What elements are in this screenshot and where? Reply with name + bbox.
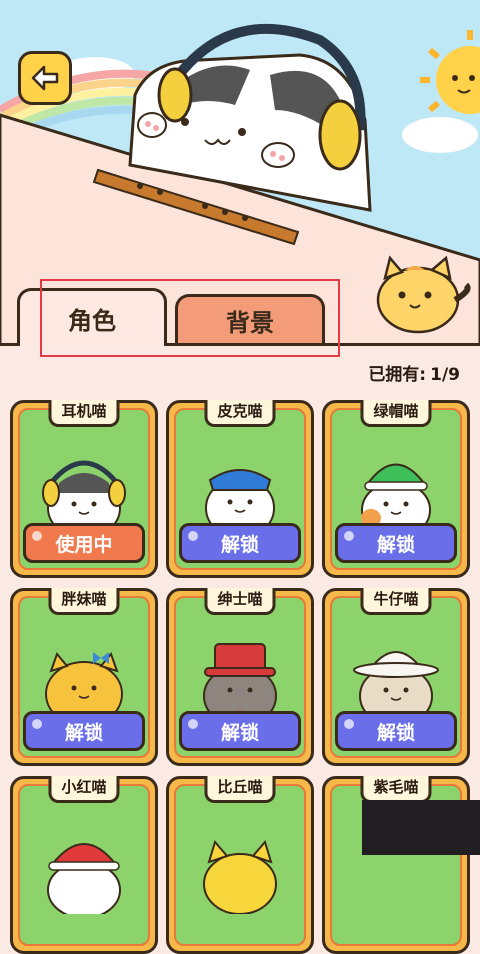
tab-role-label: 角色 <box>68 307 116 335</box>
owned-count: 已拥有: 1/9 <box>364 360 460 385</box>
unlock-button[interactable]: 解锁 <box>179 523 301 563</box>
button-label: 解锁 <box>376 721 415 744</box>
unlock-button[interactable]: 解锁 <box>335 523 457 563</box>
button-shine <box>188 531 198 541</box>
unlock-button[interactable]: 解锁 <box>179 711 301 751</box>
tab-role[interactable]: 角色 <box>17 288 167 346</box>
button-shine <box>32 531 42 541</box>
button-label: 解锁 <box>64 721 103 744</box>
button-label: 使用中 <box>55 533 113 556</box>
owned-label: 已拥有: <box>368 365 427 385</box>
character-card[interactable]: 绅士喵 解锁 <box>166 588 314 766</box>
back-arrow-icon <box>31 65 59 91</box>
card-background <box>174 784 306 946</box>
santa-hat-cat-icon <box>47 843 121 914</box>
card-title: 紫毛喵 <box>360 776 432 803</box>
character-card[interactable]: 绿帽喵 解锁 <box>322 400 470 578</box>
card-title: 比丘喵 <box>204 776 276 803</box>
button-shine <box>188 719 198 729</box>
tab-bar: 角色 背景 <box>0 288 480 348</box>
character-card[interactable]: 比丘喵 <box>166 776 314 954</box>
unlock-button[interactable]: 解锁 <box>335 711 457 751</box>
card-title: 绅士喵 <box>204 588 276 615</box>
character-card[interactable]: 皮克喵 解锁 <box>166 400 314 578</box>
unlock-button[interactable]: 解锁 <box>23 711 145 751</box>
sun-icon <box>420 30 480 114</box>
back-button[interactable] <box>18 51 72 105</box>
card-background <box>18 784 150 946</box>
tab-background[interactable]: 背景 <box>175 294 325 344</box>
button-label: 解锁 <box>220 533 259 556</box>
button-label: 解锁 <box>220 721 259 744</box>
card-title: 牛仔喵 <box>360 588 432 615</box>
card-title: 胖妹喵 <box>48 588 120 615</box>
button-shine <box>32 719 42 729</box>
yellow-cat-icon <box>203 839 277 914</box>
card-title: 皮克喵 <box>204 400 276 427</box>
character-card[interactable]: 小红喵 <box>10 776 158 954</box>
button-label: 解锁 <box>376 533 415 556</box>
card-title: 绿帽喵 <box>360 400 432 427</box>
character-card[interactable]: 胖妹喵 解锁 <box>10 588 158 766</box>
card-title: 耳机喵 <box>48 400 120 427</box>
in-use-button[interactable]: 使用中 <box>23 523 145 563</box>
character-card[interactable]: 耳机喵 使用中 <box>10 400 158 578</box>
button-shine <box>344 719 354 729</box>
tab-background-label: 背景 <box>226 309 274 337</box>
button-shine <box>344 531 354 541</box>
owned-value: 1/9 <box>430 365 460 385</box>
overlay-corner <box>362 800 480 855</box>
card-title: 小红喵 <box>48 776 120 803</box>
character-card[interactable]: 牛仔喵 解锁 <box>322 588 470 766</box>
